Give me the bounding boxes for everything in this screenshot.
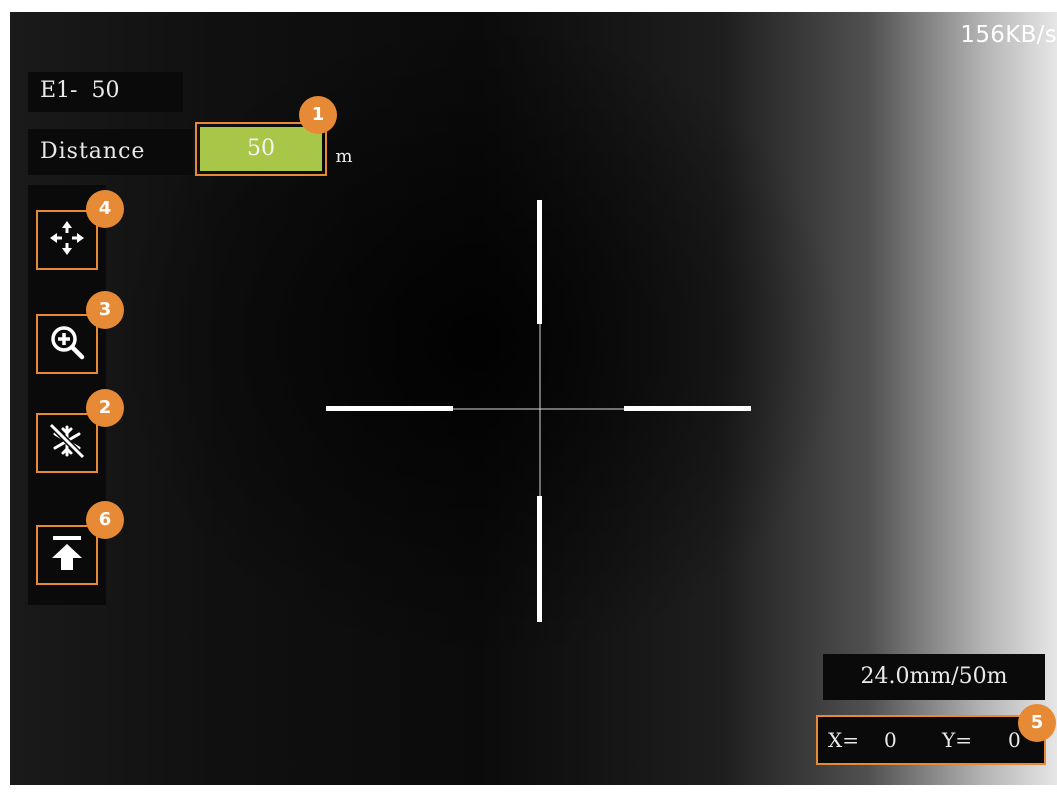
reticle-top-bar (537, 200, 542, 324)
x-value: 0 (884, 728, 897, 752)
reticle-bottom-bar (537, 496, 542, 622)
reticle-right-bar (624, 406, 751, 411)
reticle-left-bar (326, 406, 453, 411)
coordinates-readout[interactable]: X= 0 Y= 0 (816, 715, 1046, 765)
thermal-camera-view: 156KB/s E1- 50 Distance 50 1 m 4 3 2 6 2… (10, 12, 1057, 785)
focal-length-readout: 24.0mm/50m (823, 654, 1045, 700)
y-label: Y= (942, 728, 972, 752)
callout-badge-5: 5 (1018, 704, 1056, 742)
x-label: X= (828, 728, 859, 752)
